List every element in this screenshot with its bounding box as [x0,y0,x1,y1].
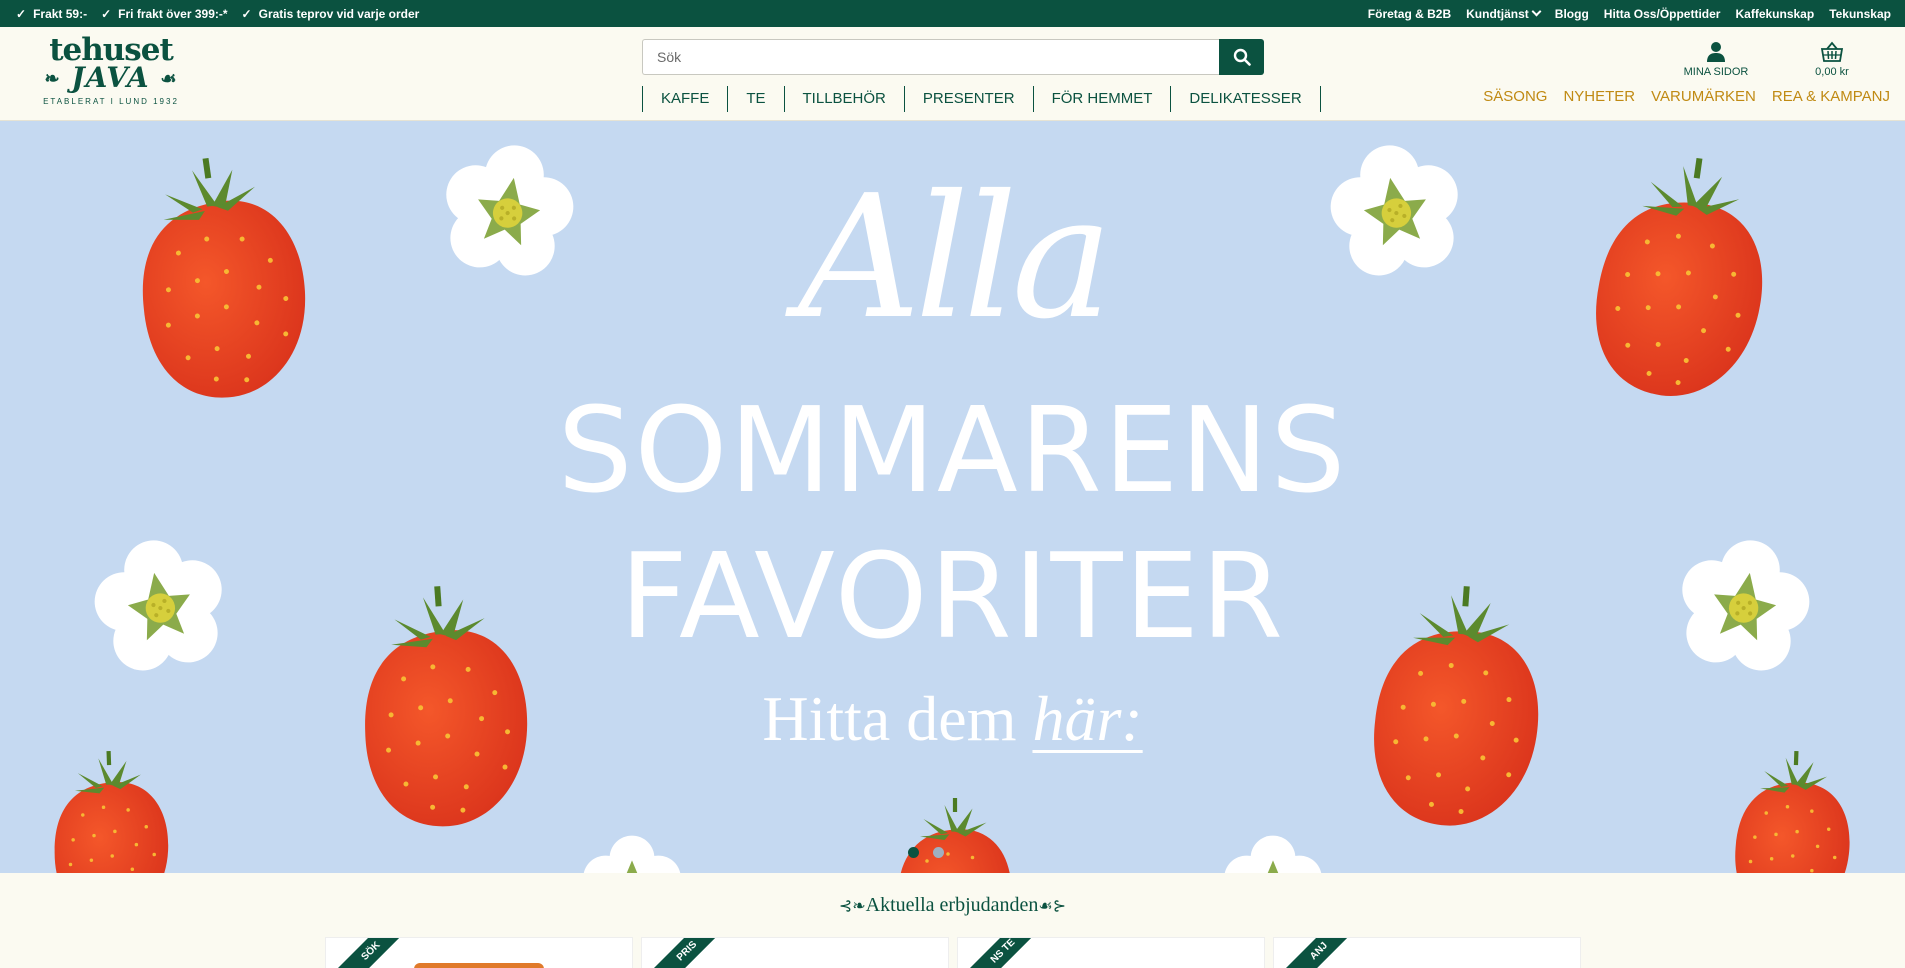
check-icon: ✓ [101,6,112,21]
link-foretag[interactable]: Företag & B2B [1368,7,1451,21]
offer-ribbon: PRIS [642,938,734,968]
offer-card[interactable]: ANJ [1273,937,1581,968]
offers-title-text: Aktuella erbjudanden [865,894,1039,916]
offer-ribbon: NS TE [958,938,1050,968]
nav-nyheter[interactable]: NYHETER [1563,88,1635,105]
cart-total: 0,00 kr [1815,66,1849,78]
offers-cards: SÖK PRIS NS TE ANJ [325,937,1581,968]
ornament-icon: ❧ [44,68,61,90]
usp-item: ✓ Fri frakt över 399:-* [101,7,227,21]
top-links: Företag & B2B Kundtjänst Blogg Hitta Oss… [1368,6,1891,21]
top-bar: ✓ Frakt 59:- ✓ Fri frakt över 399:-* ✓ Grat… [0,0,1905,27]
nav-delikatesser[interactable]: DELIKATESSER [1171,86,1321,112]
offers-heading: ⊰❧Aktuella erbjudanden☙⊱ [0,894,1905,917]
usp-list: ✓ Frakt 59:- ✓ Fri frakt över 399:-* ✓ Grat… [16,7,419,21]
nav-sasong[interactable]: SÄSONG [1483,88,1547,105]
hero-headline-2: FAVORITER [619,527,1286,665]
account-link[interactable]: MINA SIDOR [1680,41,1752,78]
ornament-icon: ☙⊱ [1038,898,1067,915]
offer-ribbon: SÖK [326,938,418,968]
hero-script-text: Alla [798,159,1113,357]
ornament-icon: ☙ [160,68,178,90]
offer-card[interactable]: PRIS [641,937,949,968]
hero-cta-link: här: [1032,683,1143,754]
search-icon [1233,48,1251,66]
carousel-dot[interactable] [908,847,919,858]
link-kundtjanst-label: Kundtjänst [1466,6,1529,21]
chevron-down-icon [1531,6,1542,16]
ornament-icon: ⊰❧ [838,898,866,915]
link-kundtjanst[interactable]: Kundtjänst [1466,6,1542,21]
nav-tillbehor[interactable]: TILLBEHÖR [785,86,905,112]
cart-link[interactable]: 0,00 kr [1808,41,1856,78]
hero-banner[interactable]: Alla SOMMARENS FAVORITER Hitta dem här: [0,121,1905,873]
search-input[interactable] [642,39,1219,75]
link-hitta-oss[interactable]: Hitta Oss/Öppettider [1604,7,1721,21]
site-header: tehuset ❧ JAVA ☙ ETABLERAT I LUND 1932 K… [0,27,1905,121]
usp-item: ✓ Frakt 59:- [16,7,87,21]
search-bar [642,39,1264,75]
basket-icon [1820,41,1844,62]
logo-tagline: ETABLERAT I LUND 1932 [43,96,179,106]
check-icon: ✓ [241,6,252,21]
nav-varumarken[interactable]: VARUMÄRKEN [1651,88,1756,105]
account-label: MINA SIDOR [1683,66,1749,78]
usp-text: Gratis teprov vid varje order [258,6,420,21]
search-button[interactable] [1219,39,1264,75]
usp-text: Frakt 59:- [33,6,88,21]
product-image [414,963,544,968]
offer-card[interactable]: SÖK [325,937,633,968]
logo-brand: JAVA [71,61,150,94]
nav-te[interactable]: TE [728,86,785,112]
logo-line2: ❧ JAVA ☙ [16,64,206,94]
carousel-dot[interactable] [933,847,944,858]
logo-line1: tehuset [49,32,174,68]
user-icon [1707,42,1725,62]
nav-for-hemmet[interactable]: FÖR HEMMET [1034,86,1172,112]
offer-ribbon: ANJ [1274,938,1366,968]
hero-headline-1: SOMMARENS [557,381,1348,519]
logo[interactable]: tehuset ❧ JAVA ☙ ETABLERAT I LUND 1932 [16,32,206,111]
hero-cta-prefix: Hitta dem [762,683,1033,754]
main-nav: KAFFE TE TILLBEHÖR PRESENTER FÖR HEMMET … [642,86,1321,112]
nav-rea-kampanj[interactable]: REA & KAMPANJ [1772,88,1890,105]
secondary-nav: SÄSONG NYHETER VARUMÄRKEN REA & KAMPANJ [1483,88,1890,105]
link-kaffekunskap[interactable]: Kaffekunskap [1735,7,1814,21]
usp-item: ✓ Gratis teprov vid varje order [242,7,420,21]
offer-card[interactable]: NS TE [957,937,1265,968]
usp-text: Fri frakt över 399:-* [118,6,228,21]
check-icon: ✓ [16,6,27,21]
nav-presenter[interactable]: PRESENTER [905,86,1034,112]
link-tekunskap[interactable]: Tekunskap [1829,7,1891,21]
link-blogg[interactable]: Blogg [1555,7,1589,21]
nav-kaffe[interactable]: KAFFE [643,86,729,112]
carousel-dots [908,847,944,858]
hero-cta[interactable]: Hitta dem här: [0,679,1905,759]
